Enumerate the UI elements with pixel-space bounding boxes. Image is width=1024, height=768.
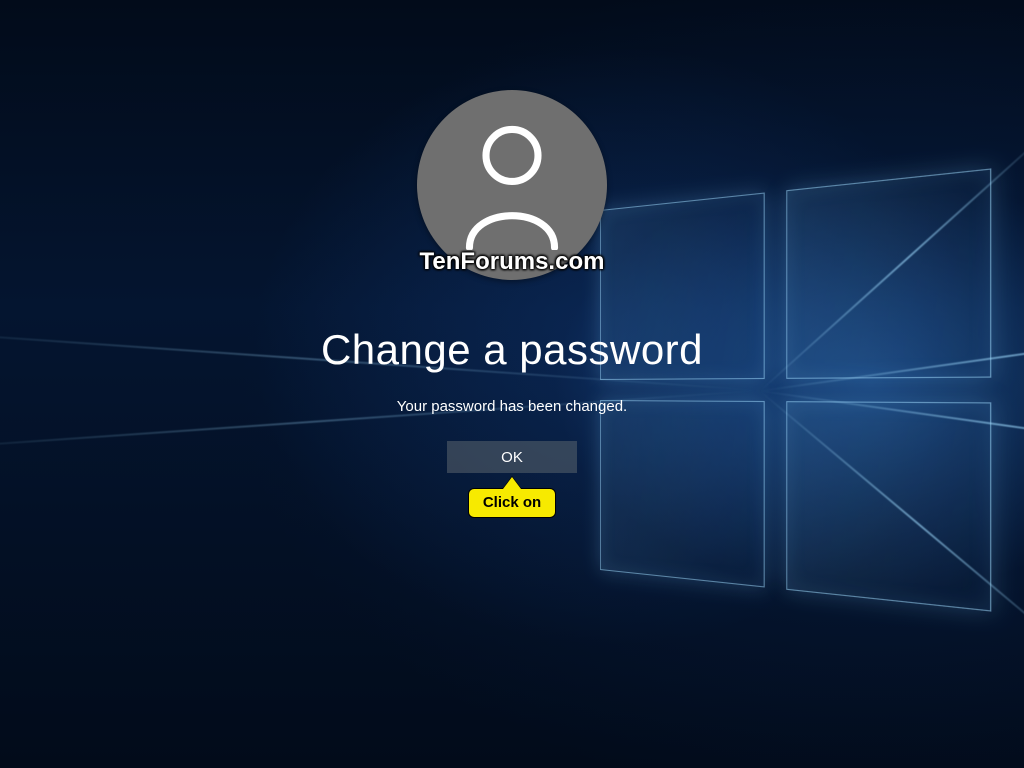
callout-label: Click on xyxy=(468,488,556,518)
watermark-text: TenForums.com xyxy=(417,248,607,276)
user-icon xyxy=(452,120,572,250)
lockscreen-content: TenForums.com Change a password Your pas… xyxy=(0,0,1024,768)
status-message: Your password has been changed. xyxy=(397,398,627,415)
annotation-callout: Click on xyxy=(468,477,556,518)
callout-tail xyxy=(503,477,521,489)
ok-button-label: OK xyxy=(501,449,523,466)
user-avatar: TenForums.com xyxy=(417,90,607,280)
ok-button[interactable]: OK xyxy=(447,441,577,473)
page-title: Change a password xyxy=(321,326,703,374)
